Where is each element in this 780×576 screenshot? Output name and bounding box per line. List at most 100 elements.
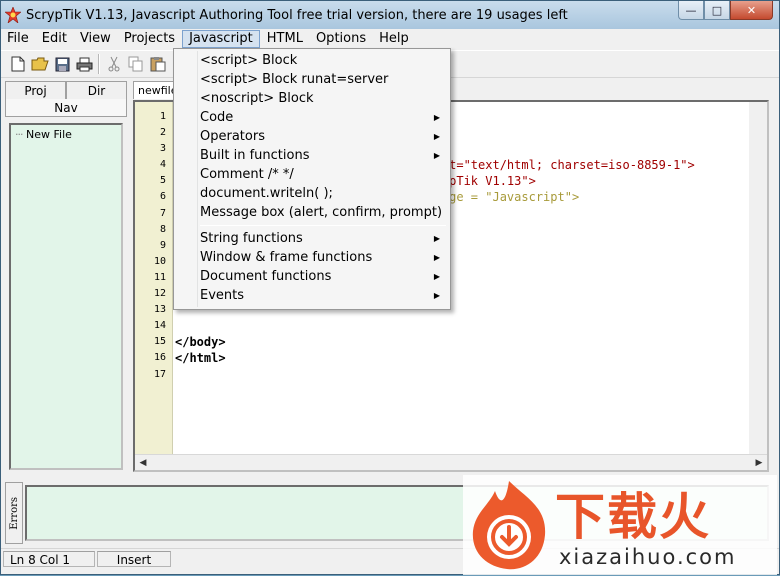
menu-item-document-functions[interactable]: Document functions ▶ <box>176 267 448 286</box>
left-panel: Proj Dir Nav ··· New File <box>5 81 127 472</box>
paste-icon[interactable] <box>147 53 169 75</box>
menu-view[interactable]: View <box>74 30 117 48</box>
menu-item-label: <script> Block runat=server <box>200 72 389 87</box>
app-window: ScrypTik V1.13, Javascript Authoring Too… <box>0 0 780 575</box>
line-number: 7 <box>159 207 166 219</box>
line-number: 8 <box>159 223 166 235</box>
tree-item-new-file[interactable]: ··· New File <box>15 128 117 141</box>
horizontal-scrollbar[interactable]: ◀ ▶ <box>135 454 767 470</box>
menu-item-events[interactable]: Events ▶ <box>176 286 448 305</box>
submenu-arrow-icon: ▶ <box>433 151 440 160</box>
app-icon <box>5 7 21 23</box>
menu-item-label: Comment /* */ <box>200 167 294 182</box>
submenu-arrow-icon: ▶ <box>433 272 440 281</box>
menu-item-document-writeln[interactable]: document.writeln( ); <box>176 184 448 203</box>
cut-icon[interactable] <box>103 53 125 75</box>
menu-item-window-frame-functions[interactable]: Window & frame functions ▶ <box>176 248 448 267</box>
new-file-icon[interactable] <box>7 53 29 75</box>
menu-item-label: <script> Block <box>200 53 298 68</box>
flame-logo-icon <box>465 477 553 573</box>
menu-edit[interactable]: Edit <box>36 30 73 48</box>
line-number: 3 <box>159 143 166 155</box>
submenu-arrow-icon: ▶ <box>433 291 440 300</box>
open-folder-icon[interactable] <box>29 53 51 75</box>
menu-item-string-functions[interactable]: String functions ▶ <box>176 229 448 248</box>
line-number: 4 <box>159 159 166 171</box>
code-line: </body> <box>175 335 226 350</box>
submenu-arrow-icon: ▶ <box>433 113 440 122</box>
menu-javascript[interactable]: Javascript <box>182 30 260 48</box>
line-number: 13 <box>153 304 166 316</box>
submenu-arrow-icon: ▶ <box>433 234 440 243</box>
menu-item-label: Message box (alert, confirm, prompt) <box>200 205 443 220</box>
line-number: 11 <box>153 271 166 283</box>
menu-item-label: Code <box>200 110 234 125</box>
line-number: 5 <box>159 175 166 187</box>
menu-file[interactable]: File <box>1 30 35 48</box>
left-panel-tabs: Proj Dir <box>5 81 127 99</box>
scroll-left-icon[interactable]: ◀ <box>135 455 151 471</box>
line-number: 15 <box>153 336 166 348</box>
tree-item-label: New File <box>26 128 72 141</box>
save-icon[interactable] <box>51 53 73 75</box>
line-number: 14 <box>153 320 166 332</box>
menu-item-operators[interactable]: Operators ▶ <box>176 127 448 146</box>
minimize-button[interactable]: — <box>678 1 704 20</box>
cursor-position: Ln 8 Col 1 <box>3 550 95 567</box>
line-number: 1 <box>159 111 166 122</box>
menu-item-label: <noscript> Block <box>200 91 314 106</box>
vertical-scrollbar[interactable] <box>749 102 767 454</box>
title-bar[interactable]: ScrypTik V1.13, Javascript Authoring Too… <box>1 1 779 29</box>
menu-separator <box>200 225 446 226</box>
watermark-url: xiazaihuo.com <box>559 545 737 569</box>
window-title: ScrypTik V1.13, Javascript Authoring Too… <box>26 7 568 23</box>
line-number: 6 <box>159 191 166 203</box>
copy-icon[interactable] <box>125 53 147 75</box>
line-number: 17 <box>153 368 166 380</box>
menu-html[interactable]: HTML <box>261 30 309 48</box>
menu-projects[interactable]: Projects <box>118 30 181 48</box>
menu-item-label: Document functions <box>200 269 332 284</box>
line-number: 12 <box>153 288 166 300</box>
menu-item-label: document.writeln( ); <box>200 186 333 201</box>
menu-item-label: Built in functions <box>200 148 310 163</box>
close-button[interactable]: ✕ <box>730 1 773 20</box>
window-controls: — □ ✕ <box>678 1 773 20</box>
menu-item-label: Window & frame functions <box>200 250 373 265</box>
menu-item-label: Operators <box>200 129 265 144</box>
insert-mode: Insert <box>97 550 171 567</box>
line-number: 2 <box>159 127 166 139</box>
menu-item-label: String functions <box>200 231 303 246</box>
menu-item-built-in-functions[interactable]: Built in functions ▶ <box>176 146 448 165</box>
toolbar-separator <box>98 54 100 74</box>
nav-tree[interactable]: ··· New File <box>9 123 123 470</box>
menu-bar: File Edit View Projects Javascript HTML … <box>1 29 779 49</box>
print-icon[interactable] <box>73 53 95 75</box>
tree-connector: ··· <box>15 128 23 141</box>
menu-item-message-box[interactable]: Message box (alert, confirm, prompt) <box>176 203 448 222</box>
menu-help[interactable]: Help <box>373 30 415 48</box>
watermark-chinese-text: 下载火 <box>555 488 711 546</box>
submenu-arrow-icon: ▶ <box>433 253 440 262</box>
menu-item-code[interactable]: Code ▶ <box>176 108 448 127</box>
line-number: 16 <box>153 352 166 364</box>
errors-tab[interactable]: Errors <box>5 482 23 544</box>
menu-item-label: Events <box>200 288 245 303</box>
scroll-right-icon[interactable]: ▶ <box>751 455 767 471</box>
maximize-button[interactable]: □ <box>704 1 730 20</box>
menu-item-script-block-runat[interactable]: <script> Block runat=server <box>176 70 448 89</box>
tab-proj[interactable]: Proj <box>5 81 66 99</box>
line-number: 10 <box>153 255 166 267</box>
javascript-menu-dropdown: <script> Block <script> Block runat=serv… <box>173 48 451 310</box>
errors-label: Errors <box>8 496 20 530</box>
menu-options[interactable]: Options <box>310 30 372 48</box>
watermark: 下载火 xiazaihuo.com <box>463 475 777 575</box>
submenu-arrow-icon: ▶ <box>433 132 440 141</box>
nav-header[interactable]: Nav <box>5 99 127 117</box>
menu-item-comment[interactable]: Comment /* */ <box>176 165 448 184</box>
menu-item-noscript-block[interactable]: <noscript> Block <box>176 89 448 108</box>
menu-item-script-block[interactable]: <script> Block <box>176 51 448 70</box>
tab-dir[interactable]: Dir <box>66 81 127 99</box>
line-number-gutter: 1 2 3 4 5 6 7 8 9 10 11 12 13 14 15 16 1… <box>135 102 173 454</box>
